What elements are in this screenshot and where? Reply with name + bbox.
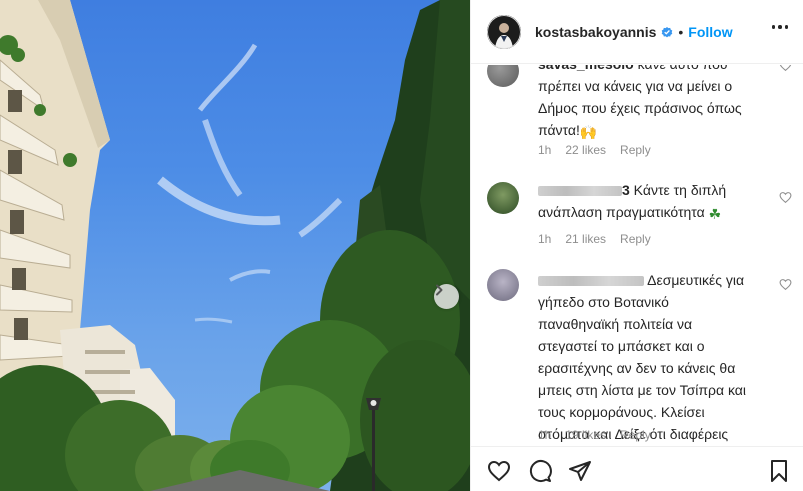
- verified-badge-icon: [662, 26, 673, 37]
- comment-likes[interactable]: 19 likes: [565, 428, 606, 442]
- commenter-avatar[interactable]: [487, 65, 519, 87]
- post-photo[interactable]: [0, 0, 470, 491]
- commenter-username[interactable]: savas_mesolo: [538, 65, 634, 72]
- raising-hands-emoji: 🙌: [579, 124, 598, 140]
- commenter-avatar[interactable]: [487, 182, 519, 214]
- comment-likes[interactable]: 21 likes: [565, 232, 606, 246]
- comment-meta: 1h 19 likes Reply: [538, 428, 651, 442]
- comment-time[interactable]: 1h: [538, 232, 551, 246]
- name-suffix: 3: [622, 182, 630, 198]
- comment-time[interactable]: 1h: [538, 143, 551, 157]
- comment-bubble-icon[interactable]: [528, 459, 552, 483]
- follow-button[interactable]: Follow: [688, 24, 732, 40]
- heart-icon[interactable]: [779, 65, 792, 72]
- paper-plane-icon[interactable]: [568, 459, 592, 483]
- comment-body: Δεσμευτικές για γήπεδο στο Βοτανικό πανα…: [538, 269, 753, 445]
- next-photo-button[interactable]: [434, 284, 459, 309]
- post-side-panel: kostasbakoyannis • Follow savas_mesolo κ…: [470, 0, 803, 491]
- username[interactable]: kostasbakoyannis: [535, 24, 656, 40]
- photo-scene: [0, 0, 470, 491]
- chevron-right-icon: [436, 284, 443, 296]
- comment-likes[interactable]: 22 likes: [565, 143, 606, 157]
- post-header: kostasbakoyannis • Follow: [471, 0, 803, 64]
- comment-meta: 1h 21 likes Reply: [538, 232, 651, 246]
- comment-body: savas_mesolo κάνε αυτό που πρέπει να κάν…: [538, 65, 753, 143]
- commenter-avatar[interactable]: [487, 269, 519, 301]
- heart-icon[interactable]: [487, 459, 511, 483]
- bookmark-icon[interactable]: [767, 459, 791, 483]
- shamrock-emoji: ☘: [708, 206, 722, 222]
- post-actions-bar: [471, 446, 803, 491]
- comment-meta: 1h 22 likes Reply: [538, 143, 651, 157]
- commenter-username[interactable]: [538, 272, 644, 288]
- reply-button[interactable]: Reply: [620, 143, 651, 157]
- more-options-icon[interactable]: [771, 25, 788, 29]
- comments-list[interactable]: savas_mesolo κάνε αυτό που πρέπει να κάν…: [471, 65, 803, 446]
- heart-icon[interactable]: [779, 191, 792, 204]
- reply-button[interactable]: Reply: [620, 428, 651, 442]
- comment-body: 3 Κάντε τη διπλή ανάπλαση πραγματικότητα…: [538, 179, 753, 225]
- avatar[interactable]: [487, 14, 521, 49]
- reply-button[interactable]: Reply: [620, 232, 651, 246]
- comment-time[interactable]: 1h: [538, 428, 551, 442]
- comment-text: κάνε αυτό που πρέπει να κάνεις για να με…: [538, 65, 742, 138]
- separator-dot: •: [678, 23, 684, 40]
- comment-text: Δεσμευτικές για γήπεδο στο Βοτανικό πανα…: [538, 272, 746, 442]
- commenter-username[interactable]: 3: [538, 182, 630, 198]
- heart-icon[interactable]: [779, 278, 792, 291]
